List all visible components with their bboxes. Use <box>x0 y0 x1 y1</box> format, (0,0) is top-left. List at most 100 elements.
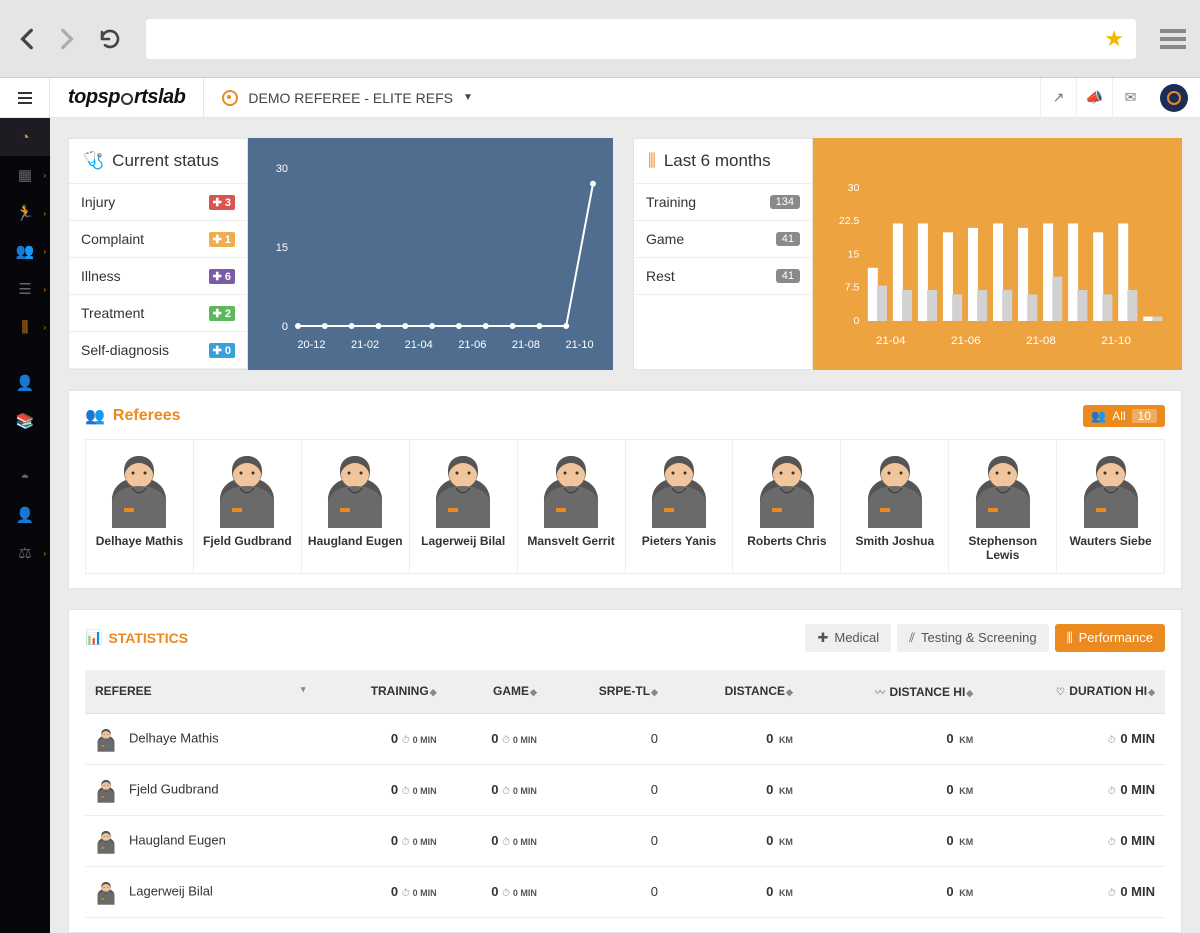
status-badge: ✚ 0 <box>209 343 235 358</box>
referee-avatar <box>428 448 498 528</box>
column-duration hi[interactable]: ♡ DURATION HI◆ <box>983 670 1165 714</box>
user-shield-icon: 👤 <box>16 506 35 524</box>
sidebar-item-group[interactable]: 👥› <box>0 232 50 270</box>
column-distance[interactable]: DISTANCE◆ <box>668 670 803 714</box>
referee-card[interactable]: Delhaye Mathis <box>85 439 194 574</box>
tab-performance-label: Performance <box>1079 630 1153 645</box>
address-bar[interactable]: ★ <box>146 19 1136 59</box>
sidebar-item-equalizer[interactable]: ⫼› <box>0 308 50 346</box>
column-referee[interactable]: REFEREE▾ <box>85 670 315 714</box>
users-icon: 👥 <box>16 242 35 260</box>
bookmark-star-icon[interactable]: ★ <box>1104 26 1124 52</box>
status-row-complaint[interactable]: Complaint ✚ 1 <box>69 221 247 258</box>
tab-testing[interactable]: ⫽Testing & Screening <box>897 624 1048 652</box>
referees-all-button[interactable]: 👥 All 10 <box>1083 405 1165 427</box>
sidebar: ◔ ▦› 🏃› 👥› ☰› ⫼› 👤 📚 ◓ 👤 ⚖› <box>0 118 50 933</box>
svg-text:20-12: 20-12 <box>297 339 325 351</box>
svg-text:21-08: 21-08 <box>512 339 540 351</box>
last6-row-game[interactable]: Game 41 <box>634 221 812 258</box>
svg-text:21-06: 21-06 <box>951 335 981 347</box>
back-button[interactable] <box>14 25 42 53</box>
column-training[interactable]: TRAINING◆ <box>315 670 446 714</box>
browser-chrome: ★ <box>0 0 1200 78</box>
referee-card[interactable]: Smith Joshua <box>840 439 949 574</box>
last6-label: Game <box>646 231 684 247</box>
svg-text:21-04: 21-04 <box>405 339 433 351</box>
svg-text:0: 0 <box>282 321 288 333</box>
referee-avatar <box>752 448 822 528</box>
stats-row[interactable]: Delhaye Mathis 0 ⏱0 MIN 0 ⏱0 MIN 0 0 KM … <box>85 713 1165 764</box>
referee-card[interactable]: Wauters Siebe <box>1056 439 1165 574</box>
external-link-icon[interactable]: ↗ <box>1040 78 1076 118</box>
status-label: Complaint <box>81 231 144 247</box>
forward-button[interactable] <box>52 25 80 53</box>
sidebar-item-list[interactable]: ☰› <box>0 270 50 308</box>
mail-icon[interactable]: ✉ <box>1112 78 1148 118</box>
last6-title: Last 6 months <box>664 151 771 171</box>
referee-card[interactable]: Stephenson Lewis <box>948 439 1057 574</box>
stats-row[interactable]: Haugland Eugen 0 ⏱0 MIN 0 ⏱0 MIN 0 0 KM … <box>85 815 1165 866</box>
row-name: Delhaye Mathis <box>129 730 219 745</box>
referee-name: Lagerweij Bilal <box>414 534 513 548</box>
last6-row-training[interactable]: Training 134 <box>634 184 812 221</box>
tab-performance[interactable]: ⫼Performance <box>1055 624 1165 652</box>
referee-card[interactable]: Pieters Yanis <box>625 439 734 574</box>
statistics-panel: 📊STATISTICS ✚Medical ⫽Testing & Screenin… <box>68 609 1182 933</box>
column-game[interactable]: GAME◆ <box>447 670 547 714</box>
referee-avatar <box>212 448 282 528</box>
browser-menu-button[interactable] <box>1160 25 1186 53</box>
sidebar-item-library[interactable]: 📚 <box>0 402 50 440</box>
user-avatar[interactable] <box>1160 84 1188 112</box>
current-status-title: Current status <box>112 151 219 171</box>
sidebar-item-whistle[interactable]: ◓ <box>0 458 50 496</box>
sidebar-toggle[interactable] <box>0 78 50 118</box>
users-icon: 👥 <box>85 406 105 426</box>
announcement-icon[interactable]: 📣 <box>1076 78 1112 118</box>
svg-text:15: 15 <box>276 242 288 254</box>
last6-row-rest[interactable]: Rest 41 <box>634 258 812 295</box>
scale-icon: ⚖ <box>18 544 31 562</box>
column-distance hi[interactable]: 〰 DISTANCE HI◆ <box>803 670 983 714</box>
status-label: Treatment <box>81 305 144 321</box>
sidebar-item-calendar[interactable]: ▦› <box>0 156 50 194</box>
referee-card[interactable]: Lagerweij Bilal <box>409 439 518 574</box>
team-selector[interactable]: DEMO REFEREE - ELITE REFS ▼ <box>204 78 491 118</box>
sidebar-item-dashboard[interactable]: ◔ <box>0 118 50 156</box>
status-label: Injury <box>81 194 115 210</box>
sidebar-item-scale[interactable]: ⚖› <box>0 534 50 572</box>
tab-medical[interactable]: ✚Medical <box>805 624 891 652</box>
status-row-illness[interactable]: Illness ✚ 6 <box>69 258 247 295</box>
whistle-icon: ◓ <box>20 469 29 486</box>
sidebar-item-user-shield[interactable]: 👤 <box>0 496 50 534</box>
status-row-treatment[interactable]: Treatment ✚ 2 <box>69 295 247 332</box>
referee-avatar <box>644 448 714 528</box>
chevron-right-icon: › <box>43 285 46 294</box>
row-avatar <box>95 828 117 854</box>
referee-name: Smith Joshua <box>845 534 944 548</box>
tab-medical-label: Medical <box>834 630 879 645</box>
sidebar-item-user-add[interactable]: 👤 <box>0 364 50 402</box>
status-row-injury[interactable]: Injury ✚ 3 <box>69 184 247 221</box>
referee-avatar <box>1076 448 1146 528</box>
calendar-icon: ▦ <box>18 166 32 184</box>
sidebar-item-running[interactable]: 🏃› <box>0 194 50 232</box>
row-name: Fjeld Gudbrand <box>129 781 219 796</box>
row-avatar <box>95 777 117 803</box>
stats-row[interactable]: Lagerweij Bilal 0 ⏱0 MIN 0 ⏱0 MIN 0 0 KM… <box>85 866 1165 917</box>
status-row-self-diagnosis[interactable]: Self-diagnosis ✚ 0 <box>69 332 247 369</box>
all-count: 10 <box>1132 409 1157 423</box>
referee-card[interactable]: Roberts Chris <box>732 439 841 574</box>
reload-button[interactable] <box>96 25 124 53</box>
stats-row[interactable]: Fjeld Gudbrand 0 ⏱0 MIN 0 ⏱0 MIN 0 0 KM … <box>85 764 1165 815</box>
app-logo[interactable]: topsprtslab <box>50 78 204 118</box>
referee-card[interactable]: Mansvelt Gerrit <box>517 439 626 574</box>
referee-card[interactable]: Fjeld Gudbrand <box>193 439 302 574</box>
users-icon: 👥 <box>1091 409 1106 423</box>
list-icon: ☰ <box>18 280 31 298</box>
svg-text:21-06: 21-06 <box>458 339 486 351</box>
current-status-panel: 🩺Current status Injury ✚ 3 Complaint ✚ 1… <box>68 138 613 370</box>
referee-card[interactable]: Haugland Eugen <box>301 439 410 574</box>
tab-testing-label: Testing & Screening <box>921 630 1037 645</box>
column-srpe-tl[interactable]: SRPE-TL◆ <box>547 670 668 714</box>
chevron-right-icon: › <box>43 209 46 218</box>
